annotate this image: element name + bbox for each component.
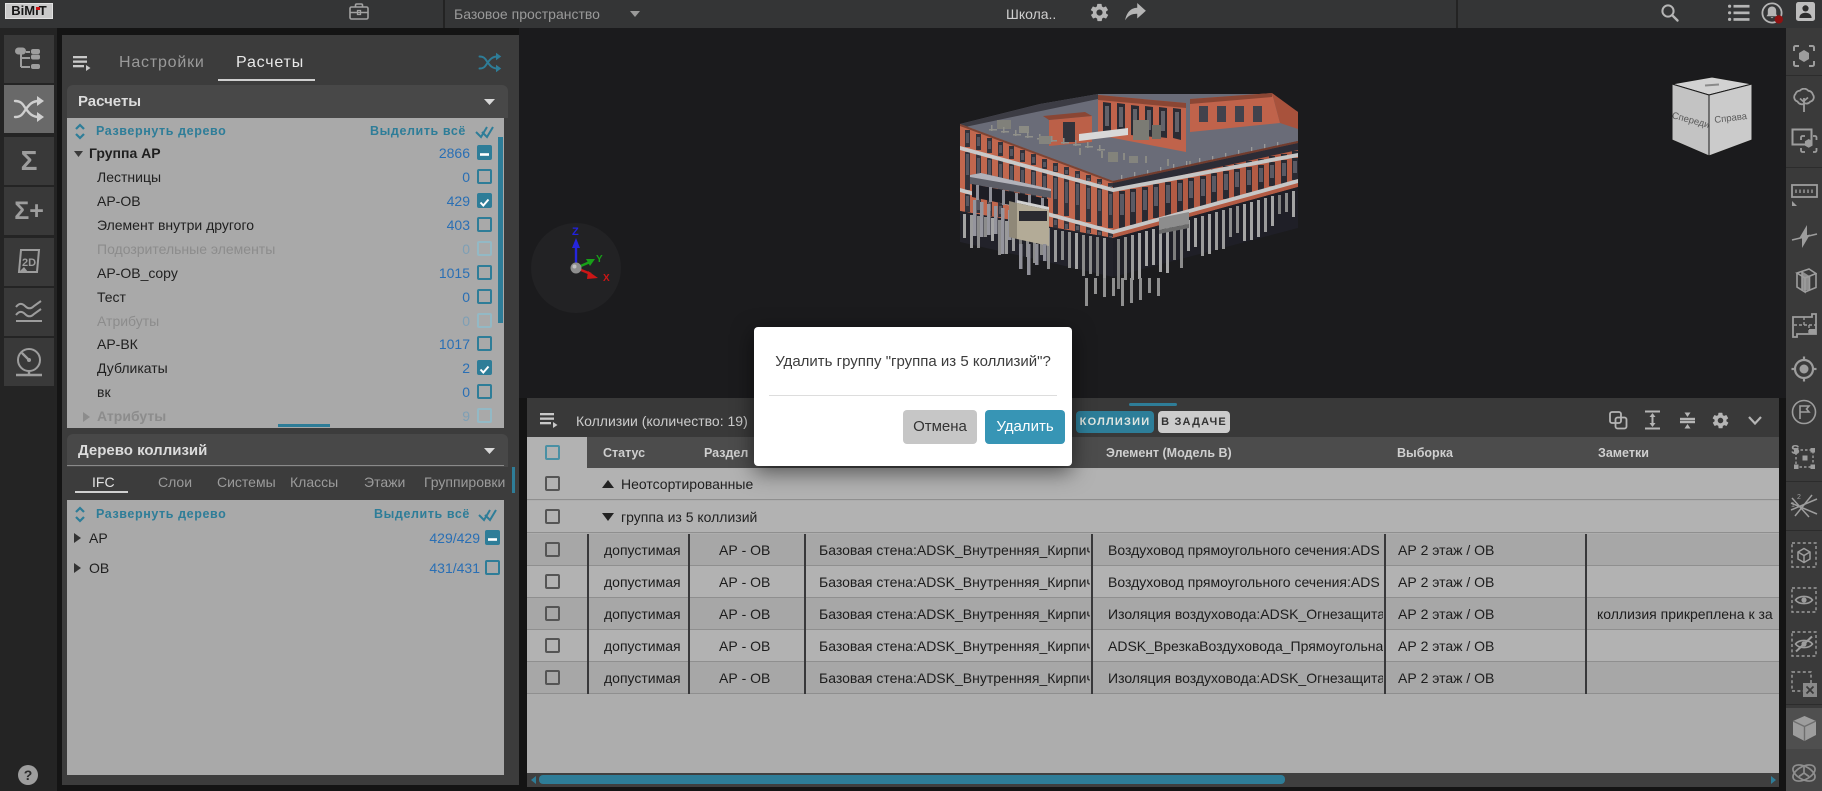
- svg-text:Y: Y: [596, 254, 603, 265]
- svg-text:2: 2: [1797, 494, 1801, 501]
- svg-text:Z: Z: [572, 226, 579, 238]
- svg-text:1: 1: [1791, 502, 1795, 509]
- svg-text:X: X: [603, 273, 610, 284]
- svg-text:2D: 2D: [22, 257, 36, 269]
